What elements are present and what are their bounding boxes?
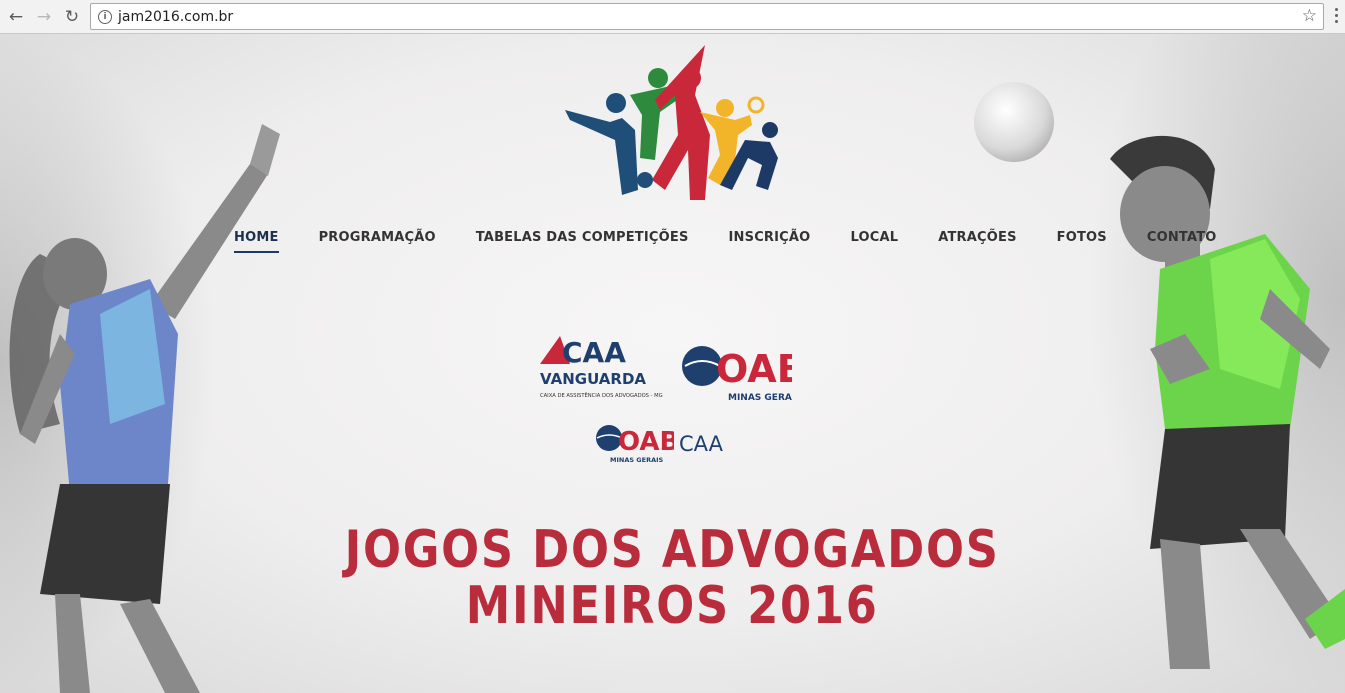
- hero-line-2: MINEIROS 2016: [465, 576, 879, 636]
- event-logo: [565, 45, 778, 200]
- soccer-ball-image: [974, 82, 1054, 162]
- nav-item-inscricao[interactable]: INSCRIÇÃO: [729, 230, 811, 253]
- caa-logo-caption: CAIXA DE ASSISTÊNCIA DOS ADVOGADOS - MG: [540, 391, 663, 399]
- nav-item-fotos[interactable]: FOTOS: [1057, 230, 1107, 253]
- info-icon[interactable]: i: [98, 10, 112, 24]
- main-nav: HOME PROGRAMAÇÃO TABELAS DAS COMPETIÇÕES…: [234, 230, 1217, 253]
- oab-caa-logo: OAB MINAS GERAIS: [596, 425, 674, 464]
- oab-logo-text: OAB: [716, 347, 792, 391]
- forward-icon[interactable]: →: [32, 5, 56, 29]
- address-bar[interactable]: i jam2016.com.br ☆: [90, 3, 1324, 30]
- nav-item-local[interactable]: LOCAL: [850, 230, 898, 253]
- url-text[interactable]: jam2016.com.br: [118, 9, 233, 25]
- caa-label: CAA: [679, 432, 723, 456]
- back-icon[interactable]: ←: [4, 5, 28, 29]
- nav-item-contato[interactable]: CONTATO: [1147, 230, 1217, 253]
- caa-vanguarda-logo: CAA VANGUARDA CAIXA DE ASSISTÊNCIA DOS A…: [540, 336, 663, 399]
- oab-small-logo-sub: MINAS GERAIS: [610, 456, 664, 464]
- nav-item-atracoes[interactable]: ATRAÇÕES: [938, 230, 1016, 253]
- nav-item-tabelas[interactable]: TABELAS DAS COMPETIÇÕES: [476, 230, 689, 253]
- oab-mg-logo: OAB MINAS GERAIS: [682, 346, 792, 403]
- menu-icon[interactable]: [1331, 8, 1341, 26]
- hero-headline: JOGOS DOS ADVOGADOS MINEIROS 2016: [94, 522, 1251, 634]
- page: HOME PROGRAMAÇÃO TABELAS DAS COMPETIÇÕES…: [0, 34, 1345, 693]
- caa-logo-text: CAA: [562, 336, 626, 369]
- nav-item-home[interactable]: HOME: [234, 230, 279, 253]
- reload-icon[interactable]: ↻: [60, 5, 84, 29]
- nav-item-programacao[interactable]: PROGRAMAÇÃO: [319, 230, 436, 253]
- hero-line-1: JOGOS DOS ADVOGADOS: [344, 520, 1000, 580]
- oab-small-logo-text: OAB: [618, 427, 674, 457]
- star-icon[interactable]: ☆: [1302, 6, 1317, 26]
- caa-logo-sub: VANGUARDA: [540, 370, 646, 388]
- oab-logo-sub: MINAS GERAIS: [728, 393, 792, 403]
- browser-toolbar: ← → ↻ i jam2016.com.br ☆: [0, 0, 1345, 34]
